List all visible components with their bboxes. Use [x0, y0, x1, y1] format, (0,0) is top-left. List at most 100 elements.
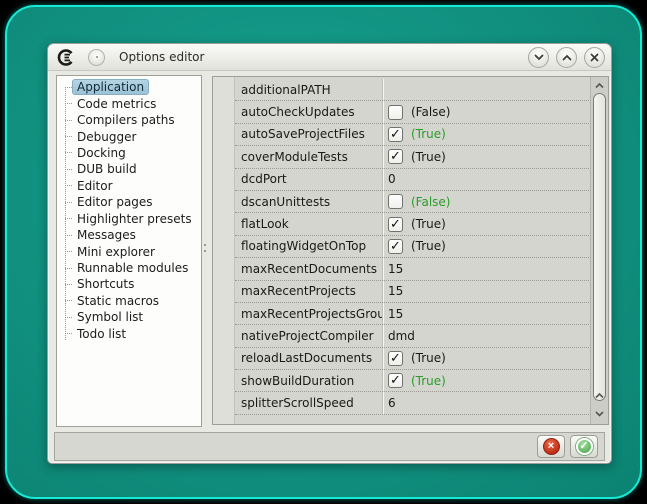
cancel-button[interactable]: × — [537, 435, 565, 458]
tree-guide — [65, 284, 72, 285]
checkbox-checked[interactable]: ✓ — [388, 149, 403, 164]
footer-bar: × ✓ — [54, 432, 605, 461]
desktop-background: Options editor ApplicationCode metricsCo… — [5, 5, 642, 499]
property-value-cell: 15 — [383, 258, 589, 279]
property-value: 15 — [388, 262, 403, 276]
checkbox-checked[interactable]: ✓ — [388, 127, 403, 142]
sidebar-item-todo-list[interactable]: Todo list — [57, 326, 201, 342]
chevron-up-icon — [595, 83, 604, 89]
tree-guide — [65, 136, 72, 137]
property-row[interactable]: splitterScrollSpeed6 — [235, 392, 589, 414]
property-row[interactable]: reloadLastDocuments✓(True) — [235, 348, 589, 370]
window-menu-button[interactable] — [88, 49, 105, 66]
scrollbar-thumb[interactable] — [593, 93, 606, 401]
property-name: autoSaveProjectFiles — [235, 124, 383, 145]
sidebar-item-highlighter-presets[interactable]: Highlighter presets — [57, 211, 201, 227]
sidebar-list: ApplicationCode metricsCompilers pathsDe… — [57, 79, 201, 342]
property-value-cell: (False) — [383, 191, 589, 212]
minimize-button[interactable] — [528, 47, 549, 68]
sidebar-item-docking[interactable]: Docking — [57, 145, 201, 161]
property-row[interactable]: nativeProjectCompilerdmd — [235, 325, 589, 347]
sidebar-item-static-macros[interactable]: Static macros — [57, 293, 201, 309]
sidebar-item-mini-explorer[interactable]: Mini explorer — [57, 243, 201, 259]
property-value-cell: ✓ (True) — [383, 146, 589, 167]
property-row[interactable]: additionalPATH — [235, 79, 589, 101]
sidebar-item-shortcuts[interactable]: Shortcuts — [57, 276, 201, 292]
property-row[interactable]: showBuildDuration ✓ (True) — [235, 370, 589, 392]
property-row[interactable]: maxRecentDocuments15 — [235, 258, 589, 280]
property-row[interactable]: coverModuleTests ✓ (True) — [235, 146, 589, 168]
property-grid: additionalPATHautoCheckUpdates(False)aut… — [212, 76, 609, 425]
property-name: maxRecentProjects — [235, 281, 383, 302]
scroll-down-button[interactable] — [591, 407, 608, 420]
property-name: maxRecentProjectsGrou — [235, 303, 383, 324]
titlebar[interactable]: Options editor — [48, 44, 611, 71]
checkbox-checked[interactable]: ✓ — [388, 239, 403, 254]
tree-guide — [65, 169, 72, 170]
checkbox-checked[interactable]: ✓ — [388, 217, 403, 232]
property-value-cell: ✓ (True) — [383, 370, 589, 391]
property-value: (True) — [411, 217, 446, 231]
tree-guide — [65, 120, 72, 121]
vertical-scrollbar[interactable] — [590, 77, 608, 424]
property-row[interactable]: dcdPort0 — [235, 169, 589, 191]
maximize-button[interactable] — [556, 47, 577, 68]
property-value: 6 — [388, 396, 396, 410]
close-button[interactable] — [584, 47, 605, 68]
property-name: flatLook — [235, 213, 383, 234]
sidebar-item-label: Editor pages — [72, 194, 158, 210]
property-row[interactable]: flatLook ✓ (True) — [235, 213, 589, 235]
sidebar-item-runnable-modules[interactable]: Runnable modules — [57, 260, 201, 276]
sidebar-item-label: Todo list — [72, 326, 131, 342]
checkbox-unchecked[interactable] — [388, 105, 403, 120]
sidebar-item-symbol-list[interactable]: Symbol list — [57, 309, 201, 325]
options-editor-window: Options editor ApplicationCode metricsCo… — [47, 43, 612, 464]
category-tree: ApplicationCode metricsCompilers pathsDe… — [56, 75, 202, 427]
dot-icon — [96, 56, 98, 58]
sidebar-item-editor[interactable]: Editor — [57, 178, 201, 194]
property-value: (True) — [411, 351, 446, 365]
tree-guide — [65, 185, 72, 186]
property-name: showBuildDuration — [235, 370, 383, 391]
sidebar-item-messages[interactable]: Messages — [57, 227, 201, 243]
tree-guide — [65, 152, 72, 153]
sidebar-item-code-metrics[interactable]: Code metrics — [57, 95, 201, 111]
sidebar-item-dub-build[interactable]: DUB build — [57, 161, 201, 177]
sidebar-item-label: Symbol list — [72, 309, 148, 325]
property-value: (True) — [411, 150, 446, 164]
sidebar-item-compilers-paths[interactable]: Compilers paths — [57, 112, 201, 128]
property-value: dmd — [388, 329, 415, 343]
property-name: coverModuleTests — [235, 146, 383, 167]
chevron-up-icon — [595, 393, 604, 399]
splitter-handle[interactable] — [200, 238, 210, 260]
checkbox-checked[interactable]: ✓ — [388, 373, 403, 388]
sidebar-item-application[interactable]: Application — [57, 79, 201, 95]
property-row[interactable]: maxRecentProjects 15 — [235, 281, 589, 303]
sidebar-item-debugger[interactable]: Debugger — [57, 128, 201, 144]
checkbox-checked[interactable]: ✓ — [388, 351, 403, 366]
tree-guide — [65, 87, 72, 88]
tree-guide — [65, 300, 72, 301]
tree-guide — [65, 235, 72, 236]
checkbox-unchecked[interactable] — [388, 194, 403, 209]
scroll-up-button-secondary[interactable] — [591, 389, 608, 402]
property-value-cell: ✓(True) — [383, 236, 589, 257]
sidebar-item-label: Mini explorer — [72, 244, 160, 260]
property-value: 0 — [388, 172, 396, 186]
tree-guide — [65, 251, 72, 252]
property-name: autoCheckUpdates — [235, 101, 383, 122]
property-row[interactable]: autoSaveProjectFiles✓(True) — [235, 124, 589, 146]
cancel-x-icon: × — [543, 438, 560, 455]
sidebar-item-label: Application — [72, 79, 149, 95]
property-value: (True) — [411, 374, 446, 388]
property-row[interactable]: floatingWidgetOnTop✓(True) — [235, 236, 589, 258]
property-row[interactable]: dscanUnittests(False) — [235, 191, 589, 213]
sidebar-item-label: Static macros — [72, 293, 164, 309]
property-row[interactable]: autoCheckUpdates(False) — [235, 101, 589, 123]
accept-button[interactable]: ✓ — [570, 435, 598, 458]
property-row[interactable]: maxRecentProjectsGrou15 — [235, 303, 589, 325]
sidebar-item-editor-pages[interactable]: Editor pages — [57, 194, 201, 210]
scroll-up-button[interactable] — [591, 79, 608, 92]
sidebar-item-label: Docking — [72, 145, 131, 161]
property-value: 15 — [388, 284, 403, 298]
